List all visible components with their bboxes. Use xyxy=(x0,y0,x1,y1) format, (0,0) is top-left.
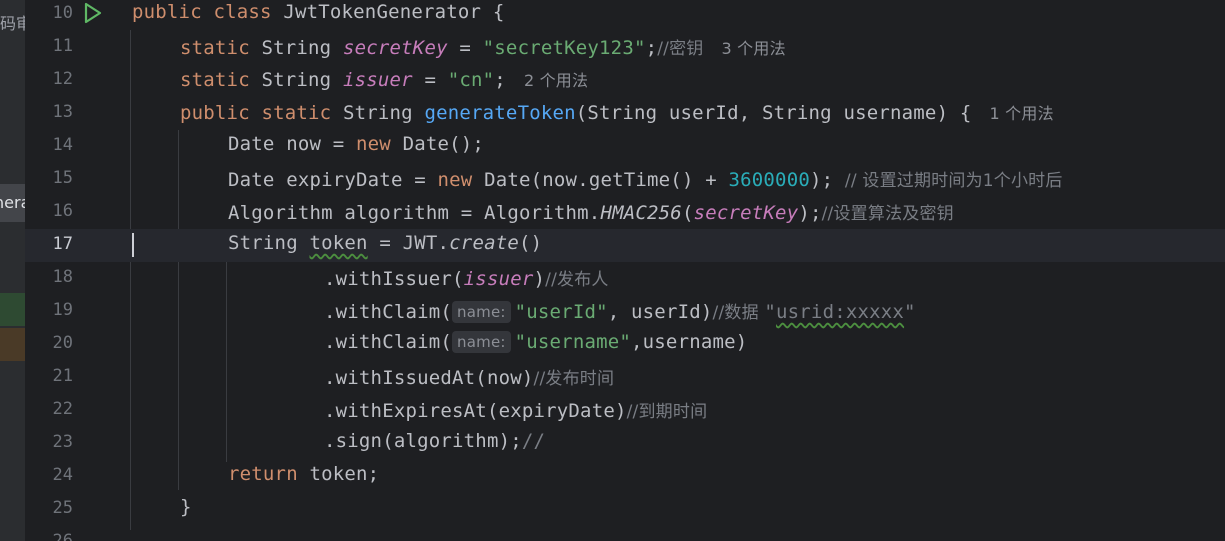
code-text: .withClaim(name: "userId", userId)//数据 "u… xyxy=(324,301,916,323)
line-number: 10 xyxy=(52,3,73,23)
typo-warning: usrid:xxxxx xyxy=(776,301,905,323)
panel-fragment-label: nerat xyxy=(0,193,25,212)
code-line[interactable]: 11 static String secretKey = "secretKey1… xyxy=(25,31,1225,64)
code-line[interactable]: 26 xyxy=(25,526,1225,541)
code-text: .sign(algorithm);// xyxy=(324,430,546,452)
code-text: } xyxy=(180,496,192,518)
code-text: public static String generateToken(Strin… xyxy=(180,102,1054,124)
line-number: 20 xyxy=(52,333,73,353)
code-line[interactable]: 19 .withClaim(name: "userId", userId)//数据… xyxy=(25,295,1225,328)
panel-fragment-text: 码审 xyxy=(0,14,25,33)
line-number: 11 xyxy=(52,36,73,56)
usage-hint: 3 个用法 xyxy=(721,39,786,58)
line-number: 22 xyxy=(52,399,73,419)
code-text: Date expiryDate = new Date(now.getTime()… xyxy=(228,169,1063,191)
code-line[interactable]: 14 Date now = new Date(); xyxy=(25,130,1225,163)
code-text: .withIssuer(issuer)//发布人 xyxy=(324,268,609,290)
code-line-current[interactable]: 17 String token = JWT.create() xyxy=(25,229,1225,262)
code-text: static String issuer = "cn"; 2 个用法 xyxy=(180,69,589,91)
line-number: 13 xyxy=(52,102,73,122)
code-line[interactable]: 13 public static String generateToken(St… xyxy=(25,97,1225,130)
parameter-name-hint: name: xyxy=(452,301,511,323)
code-line[interactable]: 22 .withExpiresAt(expiryDate)//到期时间 xyxy=(25,394,1225,427)
code-text: Algorithm algorithm = Algorithm.HMAC256(… xyxy=(228,202,954,224)
code-line[interactable]: 18 .withIssuer(issuer)//发布人 xyxy=(25,262,1225,295)
parameter-name-hint: name: xyxy=(452,331,511,353)
line-number: 21 xyxy=(52,366,73,386)
unused-var-warning: token xyxy=(309,232,368,254)
line-number: 25 xyxy=(52,498,73,518)
line-number: 26 xyxy=(52,531,73,541)
code-text: static String secretKey = "secretKey123"… xyxy=(180,37,786,59)
code-text: .withIssuedAt(now)//发布时间 xyxy=(324,367,615,389)
line-number: 16 xyxy=(52,201,73,221)
code-line[interactable]: 10 public class JwtTokenGenerator { xyxy=(25,0,1225,31)
project-panel-edge: 码审 nerat xyxy=(0,0,25,541)
line-number: 19 xyxy=(52,300,73,320)
line-number: 23 xyxy=(52,432,73,452)
line-number: 15 xyxy=(52,168,73,188)
code-line[interactable]: 25 } xyxy=(25,493,1225,526)
usage-hint: 1 个用法 xyxy=(989,104,1054,123)
line-number: 24 xyxy=(52,465,73,485)
code-line[interactable]: 16 Algorithm algorithm = Algorithm.HMAC2… xyxy=(25,196,1225,229)
code-line[interactable]: 12 static String issuer = "cn"; 2 个用法 xyxy=(25,64,1225,97)
code-text: String token = JWT.create() xyxy=(228,232,543,254)
code-line[interactable]: 24 return token; xyxy=(25,460,1225,493)
code-text: public class JwtTokenGenerator { xyxy=(132,1,505,23)
code-line[interactable]: 15 Date expiryDate = new Date(now.getTim… xyxy=(25,163,1225,196)
line-number: 18 xyxy=(52,267,73,287)
code-line[interactable]: 21 .withIssuedAt(now)//发布时间 xyxy=(25,361,1225,394)
code-text: Date now = new Date(); xyxy=(228,133,485,155)
added-changes-marker xyxy=(0,293,25,326)
code-line[interactable]: 23 .sign(algorithm);// xyxy=(25,427,1225,460)
line-number: 14 xyxy=(52,135,73,155)
run-gutter-icon[interactable] xyxy=(83,2,103,24)
text-caret xyxy=(132,233,134,257)
code-text: .withClaim(name: "username",username) xyxy=(324,331,748,353)
usage-hint: 2 个用法 xyxy=(523,71,589,90)
code-editor[interactable]: 10 public class JwtTokenGenerator { 11 s… xyxy=(25,0,1225,541)
modified-changes-marker xyxy=(0,328,25,361)
line-number: 17 xyxy=(52,234,73,254)
code-text: .withExpiresAt(expiryDate)//到期时间 xyxy=(324,400,708,422)
code-line[interactable]: 20 .withClaim(name: "username",username) xyxy=(25,328,1225,361)
code-text: return token; xyxy=(228,463,380,485)
line-number: 12 xyxy=(52,69,73,89)
